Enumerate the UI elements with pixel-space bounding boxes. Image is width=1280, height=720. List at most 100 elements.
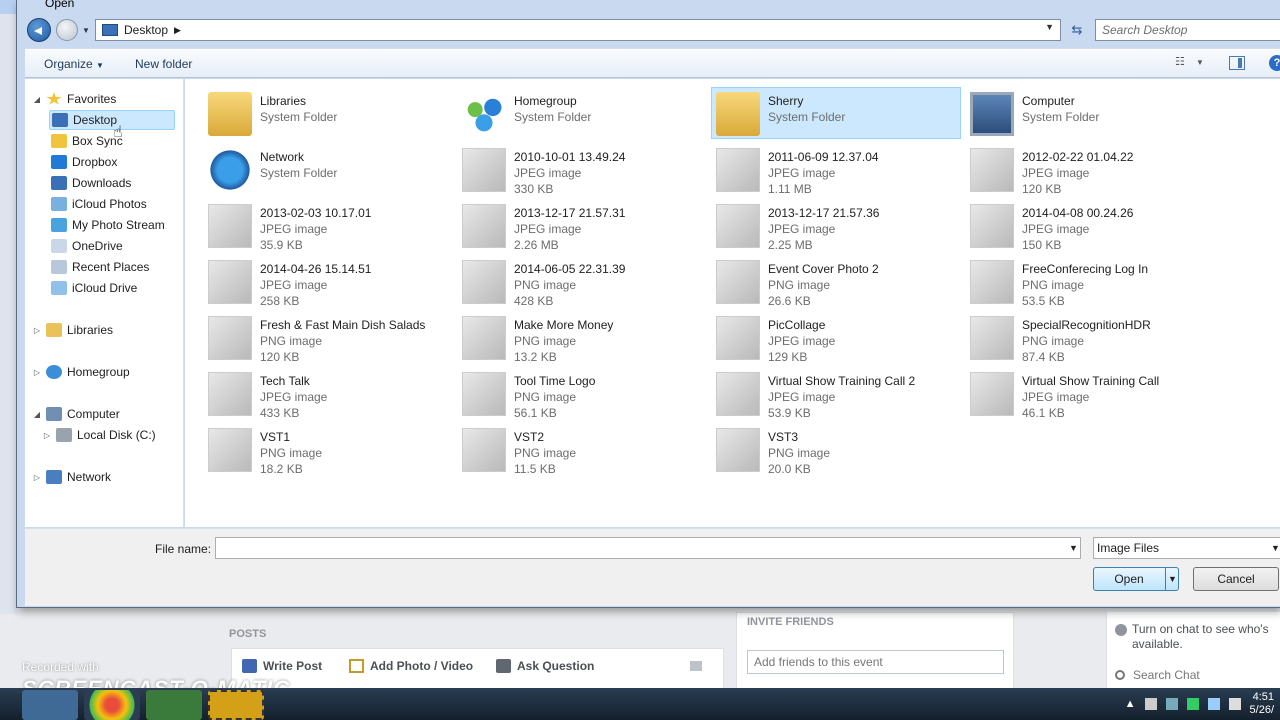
file-item[interactable]: 2013-02-03 10.17.01 JPEG image 35.9 KB [203, 199, 453, 252]
expand-arrow-icon[interactable]: ◢ [33, 95, 41, 104]
file-item[interactable]: Tech Talk JPEG image 433 KB [203, 367, 453, 420]
image-thumbnail [208, 260, 252, 304]
search-chat-input[interactable]: Search Chat [1115, 668, 1200, 682]
nav-homegroup[interactable]: ▷ Homegroup [33, 362, 130, 382]
address-dropdown[interactable]: ▼ [1045, 22, 1054, 32]
cancel-button[interactable]: Cancel [1193, 567, 1279, 591]
expand-arrow-icon[interactable]: ▷ [33, 326, 41, 335]
app-taskbar-button[interactable] [146, 690, 202, 720]
nav-favorite-item[interactable]: iCloud Photos [51, 194, 147, 214]
file-size: 129 KB [768, 350, 808, 364]
file-item[interactable]: Virtual Show Training Call 2 JPEG image 53… [711, 367, 961, 420]
nav-favorite-item[interactable]: My Photo Stream [51, 215, 165, 235]
nav-libraries[interactable]: ▷ Libraries [33, 320, 113, 340]
file-item[interactable]: VST3 PNG image 20.0 KB [711, 423, 961, 476]
chat-message[interactable]: Turn on chat to see who's available. [1115, 622, 1277, 652]
file-item[interactable]: Event Cover Photo 2 PNG image 26.6 KB [711, 255, 961, 308]
file-item[interactable]: Make More Money PNG image 13.2 KB [457, 311, 707, 364]
file-item[interactable]: Virtual Show Training Call JPEG image 46.1… [965, 367, 1215, 420]
chevron-right-icon[interactable]: ▶ [174, 25, 181, 36]
tray-app-icon[interactable] [1165, 698, 1178, 710]
file-size: 53.9 KB [768, 406, 811, 420]
file-item[interactable]: PicCollage JPEG image 129 KB [711, 311, 961, 364]
view-icon: ☷ [1175, 56, 1185, 68]
expand-arrow-icon[interactable]: ▷ [33, 473, 41, 482]
file-item[interactable]: VST2 PNG image 11.5 KB [457, 423, 707, 476]
file-item[interactable]: Fresh & Fast Main Dish Salads PNG image 12… [203, 311, 453, 364]
address-path[interactable]: Desktop [124, 23, 168, 37]
flag-icon[interactable] [690, 661, 702, 671]
chrome-taskbar-button[interactable] [84, 690, 140, 720]
question-icon [496, 659, 511, 673]
tray-app-icon[interactable] [1186, 698, 1199, 710]
file-item[interactable]: 2013-12-17 21.57.36 JPEG image 2.25 MB [711, 199, 961, 252]
refresh-button[interactable]: ⇆ [1067, 20, 1087, 40]
file-name: Make More Money [514, 318, 614, 332]
nav-computer[interactable]: ◢ Computer [33, 404, 120, 424]
back-button[interactable] [27, 18, 51, 42]
recent-locations-dropdown[interactable]: ▼ [82, 26, 90, 35]
nav-favorite-item[interactable]: Box Sync [51, 131, 123, 151]
file-item[interactable]: 2010-10-01 13.49.24 JPEG image 330 KB [457, 143, 707, 196]
file-item[interactable]: 2014-06-05 22.31.39 PNG image 428 KB [457, 255, 707, 308]
tray-app-icon[interactable] [1144, 698, 1157, 710]
posts-label: POSTS [229, 628, 267, 640]
file-item[interactable]: Sherry System Folder [711, 87, 961, 139]
file-item[interactable]: Tool Time Logo PNG image 56.1 KB [457, 367, 707, 420]
invite-friends-panel: INVITE FRIENDS Add friends to this event [736, 612, 1014, 692]
forward-button[interactable] [56, 19, 78, 41]
file-name-input[interactable] [215, 537, 1081, 559]
file-item[interactable]: Computer System Folder [965, 87, 1215, 139]
add-photo-button[interactable]: Add Photo / Video [349, 659, 473, 673]
new-folder-button[interactable]: New folder [135, 57, 192, 71]
nav-favorite-item[interactable]: Recent Places [51, 257, 149, 277]
organize-button[interactable]: Organize ▼ [44, 57, 104, 71]
write-post-button[interactable]: Write Post [242, 659, 322, 673]
expand-arrow-icon[interactable]: ▷ [33, 368, 41, 377]
invite-friends-input[interactable]: Add friends to this event [747, 650, 1004, 674]
nav-favorite-item[interactable]: Downloads [51, 173, 131, 193]
network-tray-icon[interactable] [1207, 698, 1220, 710]
file-item[interactable]: 2012-02-22 01.04.22 JPEG image 120 KB [965, 143, 1215, 196]
nav-network[interactable]: ▷ Network [33, 467, 111, 487]
change-view-button[interactable]: ☷ ▼ [1175, 55, 1215, 73]
nav-local-disk[interactable]: ▷ Local Disk (C:) [43, 425, 156, 445]
image-thumbnail [716, 260, 760, 304]
explorer-taskbar-button[interactable] [22, 690, 78, 720]
nav-favorite-item[interactable]: iCloud Drive [51, 278, 137, 298]
screencast-taskbar-button[interactable] [208, 690, 264, 720]
search-input[interactable]: Search Desktop [1095, 19, 1280, 41]
file-item[interactable]: 2013-12-17 21.57.31 JPEG image 2.26 MB [457, 199, 707, 252]
preview-pane-button[interactable] [1229, 56, 1245, 70]
file-item[interactable]: 2014-04-26 15.14.51 JPEG image 258 KB [203, 255, 453, 308]
file-item[interactable]: Libraries System Folder [203, 87, 453, 139]
nav-favorite-item[interactable]: Desktop [49, 110, 175, 130]
clock[interactable]: 4:51 5/26/ [1250, 691, 1274, 717]
file-item[interactable]: FreeConferecing Log In PNG image 53.5 KB [965, 255, 1215, 308]
help-icon[interactable]: ? [1269, 55, 1280, 71]
file-item[interactable]: 2011-06-09 12.37.04 JPEG image 1.11 MB [711, 143, 961, 196]
file-item[interactable]: SpecialRecognitionHDR PNG image 87.4 KB [965, 311, 1215, 364]
nav-favorite-item[interactable]: Dropbox [51, 152, 117, 172]
file-size: 13.2 KB [514, 350, 557, 364]
chevron-up-icon[interactable]: ▲ [1125, 698, 1136, 710]
file-item[interactable]: Network System Folder [203, 143, 453, 195]
file-type: JPEG image [1022, 222, 1090, 236]
command-toolbar: Organize ▼ New folder ☷ ▼ ? [25, 48, 1280, 78]
file-name-dropdown[interactable]: ▼ [1069, 543, 1078, 553]
nav-favorites[interactable]: ◢ Favorites [33, 89, 116, 109]
file-type-select[interactable]: Image Files [1093, 537, 1280, 559]
nav-favorite-item[interactable]: OneDrive [51, 236, 123, 256]
file-size: 1.11 MB [768, 182, 812, 196]
expand-arrow-icon[interactable]: ▷ [43, 431, 51, 440]
expand-arrow-icon[interactable]: ◢ [33, 410, 41, 419]
open-options-dropdown[interactable]: ▼ [1165, 568, 1179, 590]
chevron-down-icon[interactable]: ▼ [1271, 543, 1280, 553]
nav-computer-label: Computer [67, 407, 120, 421]
address-bar[interactable]: Desktop ▶ ▼ [95, 19, 1061, 41]
file-item[interactable]: VST1 PNG image 18.2 KB [203, 423, 453, 476]
file-item[interactable]: Homegroup System Folder [457, 87, 707, 139]
ask-question-button[interactable]: Ask Question [496, 659, 594, 673]
volume-icon[interactable] [1228, 698, 1241, 710]
file-item[interactable]: 2014-04-08 00.24.26 JPEG image 150 KB [965, 199, 1215, 252]
